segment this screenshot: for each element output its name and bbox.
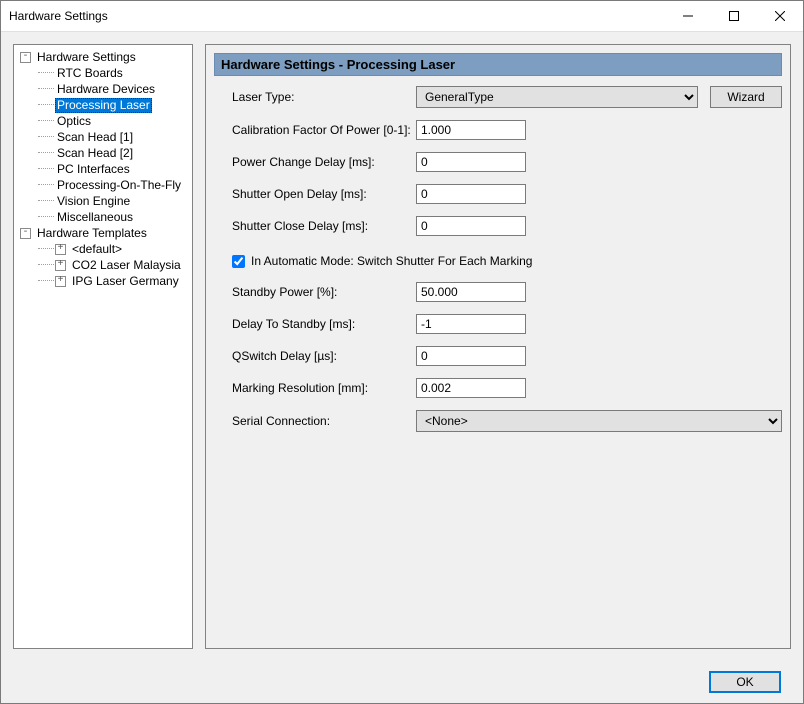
tree-item-scan-head-2[interactable]: Scan Head [2] [18,145,192,161]
tree-item-hardware-devices[interactable]: Hardware Devices [18,81,192,97]
tree-item-pc-interfaces[interactable]: PC Interfaces [18,161,192,177]
tree-item-label: Processing-On-The-Fly [55,178,183,193]
close-button[interactable] [757,1,803,31]
power-change-delay-label: Power Change Delay [ms]: [232,155,416,169]
tree-item-label: <default> [70,242,124,257]
tree-item-label: Hardware Settings [35,50,138,65]
shutter-close-delay-input[interactable] [416,216,526,236]
calibration-factor-input[interactable] [416,120,526,140]
tree-item-label: Scan Head [1] [55,130,135,145]
auto-mode-checkbox[interactable] [232,255,245,268]
power-change-delay-input[interactable] [416,152,526,172]
tree-item-miscellaneous[interactable]: Miscellaneous [18,209,192,225]
tree-root-hardware-settings[interactable]: -Hardware Settings [18,49,192,65]
tree-item-label: RTC Boards [55,66,125,81]
marking-resolution-input[interactable] [416,378,526,398]
tree-item-label: Hardware Templates [35,226,149,241]
tree-item-label: Optics [55,114,93,129]
tree-item-ipg-laser-germany[interactable]: + IPG Laser Germany [18,273,192,289]
tree-item-label: Scan Head [2] [55,146,135,161]
collapse-icon[interactable]: - [20,52,31,63]
calibration-factor-label: Calibration Factor Of Power [0-1]: [232,123,416,137]
standby-power-input[interactable] [416,282,526,302]
marking-resolution-label: Marking Resolution [mm]: [232,381,416,395]
dialog-footer: OK [1,661,803,703]
delay-to-standby-label: Delay To Standby [ms]: [232,317,416,331]
serial-connection-label: Serial Connection: [232,414,416,428]
settings-panel: Hardware Settings - Processing Laser Las… [205,44,791,649]
expand-icon[interactable]: + [55,260,66,271]
navigation-tree[interactable]: -Hardware SettingsRTC BoardsHardware Dev… [13,44,193,649]
tree-item-rtc-boards[interactable]: RTC Boards [18,65,192,81]
laser-type-label: Laser Type: [232,90,416,104]
tree-root-hardware-templates[interactable]: -Hardware Templates [18,225,192,241]
qswitch-delay-input[interactable] [416,346,526,366]
tree-item-label: IPG Laser Germany [70,274,181,289]
laser-type-select[interactable]: GeneralType [416,86,698,108]
collapse-icon[interactable]: - [20,228,31,239]
expand-icon[interactable]: + [55,244,66,255]
tree-item-label: Processing Laser [55,98,152,113]
tree-item-co2-laser-malaysia[interactable]: + CO2 Laser Malaysia [18,257,192,273]
tree-item-label: CO2 Laser Malaysia [70,258,183,273]
tree-item-processing-on-the-fly[interactable]: Processing-On-The-Fly [18,177,192,193]
serial-connection-select[interactable]: <None> [416,410,782,432]
tree-item-vision-engine[interactable]: Vision Engine [18,193,192,209]
window-title: Hardware Settings [1,9,665,23]
auto-mode-label: In Automatic Mode: Switch Shutter For Ea… [251,254,532,268]
tree-item-label: Hardware Devices [55,82,157,97]
minimize-button[interactable] [665,1,711,31]
qswitch-delay-label: QSwitch Delay [µs]: [232,349,416,363]
panel-title: Hardware Settings - Processing Laser [214,53,782,76]
tree-item-label: Vision Engine [55,194,132,209]
ok-button[interactable]: OK [709,671,781,693]
titlebar: Hardware Settings [1,1,803,32]
shutter-open-delay-label: Shutter Open Delay [ms]: [232,187,416,201]
delay-to-standby-input[interactable] [416,314,526,334]
wizard-button[interactable]: Wizard [710,86,782,108]
tree-item-scan-head-1[interactable]: Scan Head [1] [18,129,192,145]
standby-power-label: Standby Power [%]: [232,285,416,299]
tree-item-label: PC Interfaces [55,162,132,177]
shutter-close-delay-label: Shutter Close Delay [ms]: [232,219,416,233]
expand-icon[interactable]: + [55,276,66,287]
tree-item-default[interactable]: + <default> [18,241,192,257]
tree-item-label: Miscellaneous [55,210,135,225]
tree-item-optics[interactable]: Optics [18,113,192,129]
shutter-open-delay-input[interactable] [416,184,526,204]
tree-item-processing-laser[interactable]: Processing Laser [18,97,192,113]
maximize-button[interactable] [711,1,757,31]
